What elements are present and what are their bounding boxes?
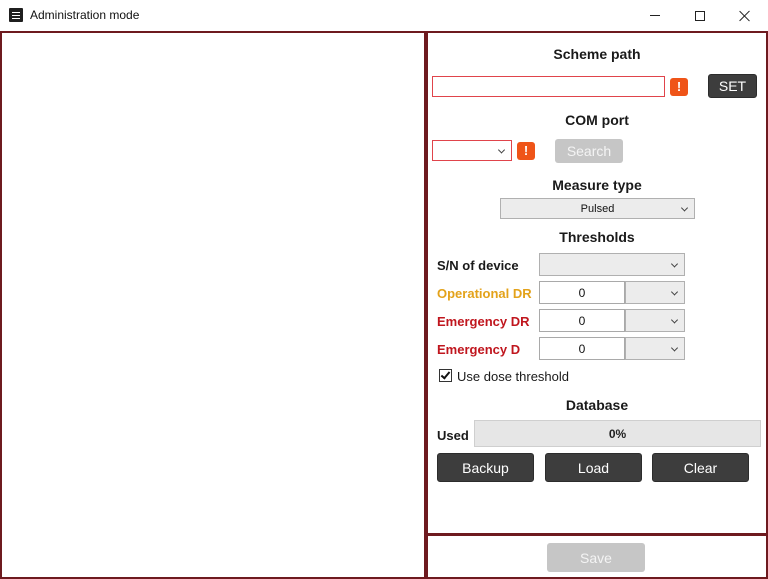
database-heading: Database — [565, 397, 629, 413]
chevron-down-icon — [670, 287, 679, 296]
maximize-button[interactable] — [677, 0, 723, 31]
close-icon — [739, 10, 751, 22]
chevron-down-icon — [670, 259, 679, 268]
measure-type-value: Pulsed — [580, 202, 615, 215]
sn-select[interactable] — [539, 253, 685, 276]
close-button[interactable] — [722, 0, 768, 31]
emergency-dr-input[interactable] — [539, 309, 625, 332]
load-button[interactable]: Load — [545, 453, 642, 482]
use-dose-threshold-label[interactable]: Use dose threshold — [457, 369, 569, 384]
search-button[interactable]: Search — [555, 139, 623, 163]
clear-button[interactable]: Clear — [652, 453, 749, 482]
minimize-icon — [650, 15, 660, 16]
left-panel — [0, 31, 427, 579]
emergency-dr-unit-select[interactable] — [625, 309, 685, 332]
title-bar[interactable]: Administration mode — [0, 0, 768, 31]
emergency-d-unit-select[interactable] — [625, 337, 685, 360]
chevron-down-icon — [670, 315, 679, 324]
chevron-down-icon — [497, 145, 506, 154]
emergency-dr-label: Emergency DR — [437, 314, 530, 329]
measure-type-heading: Measure type — [552, 177, 642, 193]
chevron-down-icon — [670, 343, 679, 352]
operational-dr-input[interactable] — [539, 281, 625, 304]
com-port-warning-icon: ! — [517, 142, 535, 160]
measure-type-select[interactable]: Pulsed — [500, 198, 695, 219]
use-dose-threshold-checkbox[interactable] — [439, 369, 452, 382]
backup-button[interactable]: Backup — [437, 453, 534, 482]
com-port-heading: COM port — [565, 112, 629, 128]
checkmark-icon — [440, 369, 451, 380]
admin-window: Administration mode Scheme path ! SET CO… — [0, 0, 768, 579]
set-button[interactable]: SET — [708, 74, 757, 98]
used-label: Used — [437, 428, 469, 443]
window-title: Administration mode — [30, 8, 140, 22]
save-panel: Save — [425, 533, 768, 579]
emergency-d-label: Emergency D — [437, 342, 521, 357]
settings-panel: Scheme path ! SET COM port ! Search Meas… — [425, 31, 768, 536]
database-usage-bar: 0% — [474, 420, 761, 447]
scheme-path-heading: Scheme path — [553, 46, 641, 62]
sn-label: S/N of device — [437, 258, 519, 273]
thresholds-heading: Thresholds — [559, 229, 635, 245]
scheme-path-input[interactable] — [432, 76, 665, 97]
scheme-path-warning-icon: ! — [670, 78, 688, 96]
chevron-down-icon — [680, 203, 689, 212]
save-button[interactable]: Save — [547, 543, 645, 572]
maximize-icon — [695, 10, 705, 21]
emergency-d-input[interactable] — [539, 337, 625, 360]
app-icon — [9, 8, 23, 22]
operational-dr-unit-select[interactable] — [625, 281, 685, 304]
operational-dr-label: Operational DR — [437, 286, 532, 301]
database-usage-text: 0% — [608, 426, 627, 441]
com-port-select[interactable] — [432, 140, 512, 161]
minimize-button[interactable] — [632, 0, 678, 31]
